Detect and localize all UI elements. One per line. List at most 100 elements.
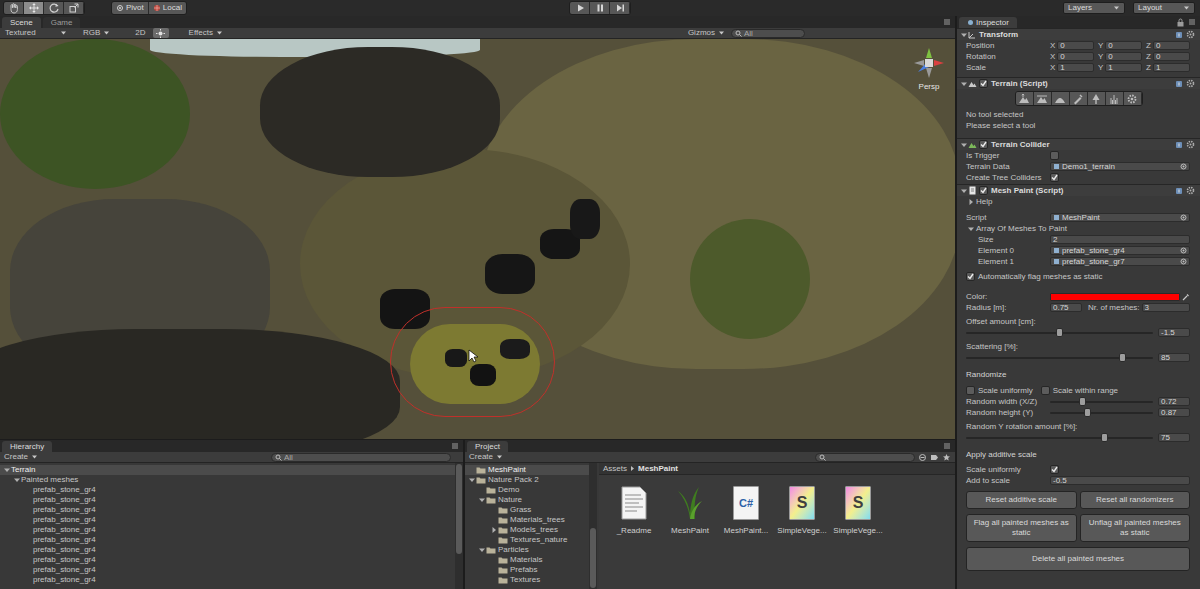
hierarchy-item[interactable]: prefab_stone_gr4 <box>0 575 455 585</box>
search-input[interactable] <box>828 453 911 462</box>
object-field[interactable]: prefab_stone_gr7 <box>1050 257 1190 266</box>
asset-item[interactable]: SSimpleVege... <box>831 483 885 536</box>
component-header[interactable]: Terrain (Script) <box>957 77 1200 89</box>
project-folder-item[interactable]: Textures_nature <box>465 535 589 545</box>
panel-tab[interactable]: Project <box>467 441 508 452</box>
play-button[interactable] <box>570 2 590 14</box>
settings-terrain-tool[interactable] <box>1124 92 1142 105</box>
project-folder-item[interactable]: Textures <box>465 575 589 585</box>
expanded-arrow-icon[interactable] <box>966 225 975 233</box>
value-field[interactable]: 1 <box>1057 63 1094 72</box>
scale-tool-button[interactable] <box>64 2 84 14</box>
expanded-arrow-icon[interactable] <box>959 141 968 149</box>
value-field[interactable]: 75 <box>1158 433 1190 442</box>
expanded-arrow-icon[interactable] <box>477 546 486 554</box>
hierarchy-item[interactable]: prefab_stone_gr4 <box>0 535 455 545</box>
height-terrain-tool[interactable] <box>1034 92 1052 105</box>
scrollbar-thumb[interactable] <box>590 528 596 588</box>
value-field[interactable]: 0 <box>1105 41 1142 50</box>
object-field[interactable]: Demo1_terrain <box>1050 162 1190 171</box>
checkbox[interactable] <box>966 272 975 281</box>
expanded-arrow-icon[interactable] <box>467 476 476 484</box>
panel-tab[interactable]: Scene <box>2 17 41 28</box>
search-field[interactable] <box>271 453 451 462</box>
move-tool-button[interactable] <box>24 2 44 14</box>
project-folder-item[interactable]: Models_trees <box>465 525 589 535</box>
pivot-button[interactable]: Pivot <box>112 2 149 14</box>
layout-dropdown[interactable]: Layout <box>1133 2 1195 14</box>
search-field[interactable] <box>731 29 805 38</box>
breadcrumb-item[interactable]: Assets <box>603 464 627 474</box>
checkbox[interactable] <box>966 386 975 395</box>
project-folder-item[interactable]: Demo <box>465 485 589 495</box>
layers-dropdown[interactable]: Layers <box>1063 2 1125 14</box>
asset-item[interactable]: _Readme <box>607 483 661 536</box>
view-gizmo[interactable]: Persp <box>911 45 947 92</box>
effects-dropdown[interactable]: Effects <box>187 28 225 38</box>
project-folder-item[interactable]: Particles <box>465 545 589 555</box>
project-folder-item[interactable]: Materials_trees <box>465 515 589 525</box>
scrollbar-thumb[interactable] <box>456 464 462 554</box>
value-field[interactable]: 0 <box>1057 52 1094 61</box>
paint-terrain-tool[interactable] <box>1070 92 1088 105</box>
project-folder-item[interactable]: Materials <box>465 555 589 565</box>
project-folder-item[interactable]: Nature <box>465 495 589 505</box>
shading-dropdown[interactable]: Textured <box>3 28 69 38</box>
checkbox[interactable] <box>1050 465 1059 474</box>
foldout-label[interactable]: Array Of Meshes To Paint <box>976 224 1067 234</box>
expanded-arrow-icon[interactable] <box>959 187 968 195</box>
trees-terrain-tool[interactable] <box>1088 92 1106 105</box>
value-field[interactable]: 85 <box>1158 353 1190 362</box>
hierarchy-item[interactable]: prefab_stone_gr4 <box>0 545 455 555</box>
object-field[interactable]: prefab_stone_gr4 <box>1050 246 1190 255</box>
value-field[interactable]: 1 <box>1153 63 1190 72</box>
asset-item[interactable]: C#MeshPaint... <box>719 483 773 536</box>
project-folder-item[interactable]: Nature Pack 2 <box>465 475 589 485</box>
hierarchy-item[interactable]: prefab_stone_gr4 <box>0 555 455 565</box>
object-field[interactable]: MeshPaint <box>1050 213 1190 222</box>
asset-item[interactable]: MeshPaint <box>663 483 717 536</box>
checkbox[interactable] <box>1041 386 1050 395</box>
scene-viewport[interactable]: Persp <box>0 39 955 439</box>
slider-thumb[interactable] <box>1084 408 1091 417</box>
breadcrumb-item[interactable]: MeshPaint <box>638 464 678 474</box>
hierarchy-item[interactable]: Painted meshes <box>0 475 455 485</box>
value-field[interactable]: 0.87 <box>1158 408 1190 417</box>
action-button[interactable]: Reset all randomizers <box>1080 491 1191 509</box>
value-field[interactable]: -1.5 <box>1158 328 1190 337</box>
expanded-arrow-icon[interactable] <box>2 466 11 474</box>
smooth-terrain-tool[interactable] <box>1052 92 1070 105</box>
foldout-label[interactable]: Help <box>976 197 992 207</box>
project-folder-item[interactable]: Prefabs <box>465 565 589 575</box>
checkbox[interactable] <box>979 140 988 149</box>
value-field[interactable]: 0.72 <box>1158 397 1190 406</box>
value-field[interactable]: 0 <box>1153 41 1190 50</box>
color-swatch[interactable] <box>1050 293 1180 301</box>
value-field[interactable]: 0.75 <box>1050 303 1082 312</box>
slider-thumb[interactable] <box>1119 353 1126 362</box>
panel-tab[interactable]: Game <box>43 17 81 28</box>
slider-track[interactable] <box>1050 397 1153 406</box>
value-field[interactable]: -0.5 <box>1050 476 1190 485</box>
action-button[interactable]: Unflag all painted meshes as static <box>1080 514 1191 542</box>
asset-item[interactable]: SSimpleVege... <box>775 483 829 536</box>
action-button[interactable]: Delete all painted meshes <box>966 547 1190 571</box>
hierarchy-item[interactable]: prefab_stone_gr4 <box>0 495 455 505</box>
component-header[interactable]: Transform <box>957 28 1200 40</box>
expanded-arrow-icon[interactable] <box>477 496 486 504</box>
slider-thumb[interactable] <box>1101 433 1108 442</box>
panel-tab[interactable]: Hierarchy <box>2 441 52 452</box>
scrollbar[interactable] <box>589 463 597 589</box>
gizmos-dropdown[interactable]: Gizmos <box>686 28 727 38</box>
slider-track[interactable] <box>966 353 1153 362</box>
expanded-arrow-icon[interactable] <box>959 31 968 39</box>
checkbox[interactable] <box>1050 173 1059 182</box>
hierarchy-item[interactable]: prefab_stone_gr4 <box>0 505 455 515</box>
expanded-arrow-icon[interactable] <box>12 476 21 484</box>
slider-track[interactable] <box>1050 408 1153 417</box>
hierarchy-item[interactable]: prefab_stone_gr4 <box>0 515 455 525</box>
collapsed-arrow-icon[interactable] <box>966 198 975 206</box>
project-folder-item[interactable]: Grass <box>465 505 589 515</box>
action-button[interactable]: Flag all painted meshes as static <box>966 514 1077 542</box>
value-field[interactable]: 2 <box>1050 235 1190 244</box>
